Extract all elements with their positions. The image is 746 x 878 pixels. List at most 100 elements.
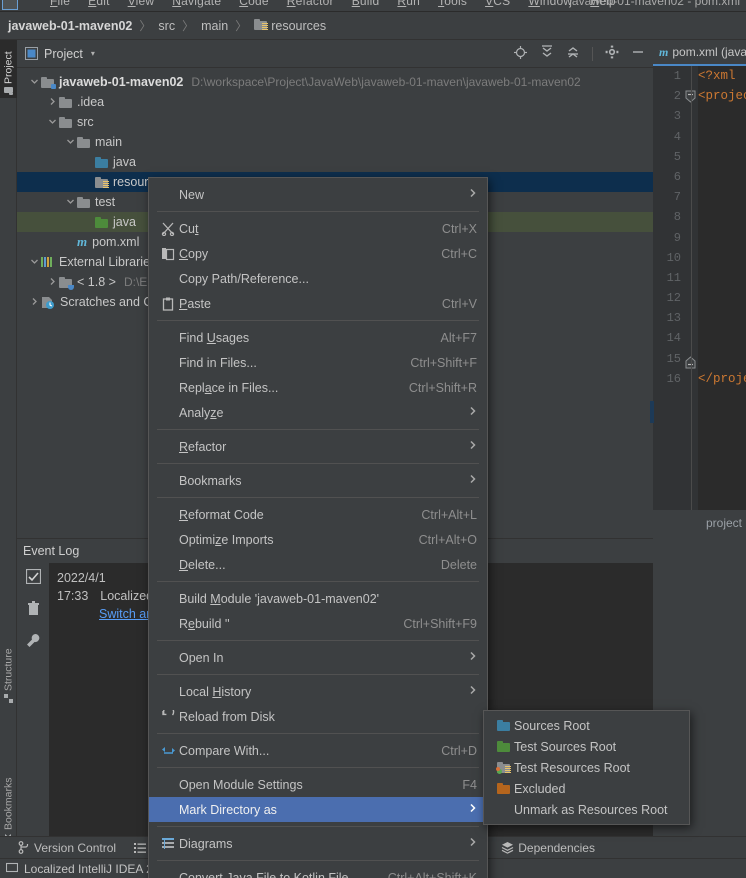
- chevron-down-icon[interactable]: ▾: [91, 49, 95, 58]
- menu-item-compare-with[interactable]: Compare With... Ctrl+D: [149, 738, 487, 763]
- menu-item-analyze[interactable]: Analyze: [149, 400, 487, 425]
- tree-node-src[interactable]: src: [17, 112, 653, 132]
- editor-body[interactable]: 12345678910111213141516 <?xml<project</p…: [650, 66, 746, 536]
- tool-window-button-version-control[interactable]: Version Control: [18, 841, 116, 855]
- tree-node-label: External Libraries: [59, 255, 157, 269]
- menu-item-label: Optimize Imports: [179, 532, 274, 547]
- expand-all-icon[interactable]: [540, 45, 554, 62]
- menu-item-paste[interactable]: Paste Ctrl+V: [149, 291, 487, 316]
- breadcrumb-main[interactable]: main: [201, 19, 228, 33]
- structure-icon: [3, 694, 15, 703]
- tree-node-idea[interactable]: .idea: [17, 92, 653, 112]
- submenu-item-test-resources-root[interactable]: Test Resources Root: [484, 757, 689, 778]
- tree-node-path: D:\E: [123, 275, 148, 289]
- menu-item-find-usages[interactable]: Find Usages Alt+F7: [149, 325, 487, 350]
- menu-item-diagrams[interactable]: Diagrams: [149, 831, 487, 856]
- menu-item-rebuild-default[interactable]: Rebuild '' Ctrl+Shift+F9: [149, 611, 487, 636]
- gear-icon[interactable]: [605, 45, 619, 62]
- breadcrumb-project[interactable]: javaweb-01-maven02: [8, 19, 132, 33]
- chevron-right-icon: [469, 651, 477, 664]
- chevron-right-icon[interactable]: [27, 297, 41, 308]
- menu-separator: [157, 640, 479, 641]
- menu-item-mark-directory-as[interactable]: Mark Directory as: [149, 797, 487, 822]
- menu-item-view[interactable]: View: [128, 0, 155, 8]
- sidebar-tab-structure[interactable]: Structure: [0, 640, 17, 706]
- editor-tab-pom-xml[interactable]: m pom.xml (javaweb-01-maven02): [659, 45, 746, 60]
- menu-item-optimize-imports[interactable]: Optimize Imports Ctrl+Alt+O: [149, 527, 487, 552]
- menu-item-label: Rebuild '': [179, 616, 230, 631]
- chevron-right-icon[interactable]: [45, 97, 59, 108]
- test-resources-root-folder-icon: [492, 762, 514, 774]
- breadcrumb[interactable]: javaweb-01-maven02 〉 src 〉 main 〉 resour…: [0, 12, 746, 40]
- mark-read-icon[interactable]: [25, 568, 41, 587]
- menu-item-bookmarks[interactable]: Bookmarks: [149, 468, 487, 493]
- mark-directory-as-submenu[interactable]: Sources Root Test Sources Root Test Resour…: [483, 710, 690, 825]
- reload-icon: [157, 709, 179, 724]
- submenu-item-sources-root[interactable]: Sources Root: [484, 715, 689, 736]
- sidebar-tab-bookmarks[interactable]: Bookmarks: [0, 768, 17, 846]
- submenu-item-test-sources-root[interactable]: Test Sources Root: [484, 736, 689, 757]
- collapse-all-icon[interactable]: [566, 45, 580, 62]
- menu-item-window[interactable]: Window: [528, 0, 572, 8]
- editor-breadcrumb[interactable]: project: [653, 512, 746, 534]
- menu-item-build-module-javaweb-01-maven02[interactable]: Build Module 'javaweb-01-maven02': [149, 586, 487, 611]
- menu-item-copy[interactable]: Copy Ctrl+C: [149, 241, 487, 266]
- menu-items[interactable]: File Edit View Navigate Code Refactor Build Run…: [50, 0, 634, 8]
- project-panel-title-group[interactable]: Project ▾: [25, 47, 95, 61]
- menu-item-open-in[interactable]: Open In: [149, 645, 487, 670]
- menu-item-local-history[interactable]: Local History: [149, 679, 487, 704]
- menu-item-navigate[interactable]: Navigate: [172, 0, 221, 8]
- menu-item-replace-in-files[interactable]: Replace in Files... Ctrl+Shift+R: [149, 375, 487, 400]
- breadcrumb-resources[interactable]: resources: [271, 19, 326, 33]
- menu-item-reformat-code[interactable]: Reformat Code Ctrl+Alt+L: [149, 502, 487, 527]
- menu-item-label: Diagrams: [179, 836, 233, 851]
- line-number: 10: [666, 250, 681, 265]
- editor-fold-column[interactable]: [685, 66, 698, 536]
- menu-item-convert-java-file-to-kotlin-file[interactable]: Convert Java File to Kotlin File Ctrl+Alt…: [149, 865, 487, 878]
- menu-item-refactor[interactable]: Refactor: [149, 434, 487, 459]
- submenu-item-excluded[interactable]: Excluded: [484, 778, 689, 799]
- menu-item-build[interactable]: Build: [352, 0, 380, 8]
- trash-icon[interactable]: [27, 601, 40, 619]
- menu-item-cut[interactable]: Cut Ctrl+X: [149, 216, 487, 241]
- notification-icon[interactable]: [5, 861, 19, 876]
- menu-item-file[interactable]: File: [50, 0, 70, 8]
- chevron-right-icon: [469, 685, 477, 698]
- tool-window-button-dependencies[interactable]: Dependencies: [501, 841, 595, 855]
- editor-gutter[interactable]: 1 2 3 4 5 6 7 8 9 10 11 12 13 14 15 16: [653, 66, 686, 536]
- sidebar-tab-project[interactable]: Project: [0, 40, 17, 98]
- locate-icon[interactable]: [513, 45, 528, 63]
- tree-node-main[interactable]: main: [17, 132, 653, 152]
- settings-wrench-icon[interactable]: [26, 633, 41, 651]
- hide-panel-icon[interactable]: [631, 45, 645, 62]
- tree-node-java[interactable]: java: [17, 152, 653, 172]
- menu-item-copy-path-reference[interactable]: Copy Path/Reference...: [149, 266, 487, 291]
- menu-item-new[interactable]: New: [149, 182, 487, 207]
- menu-item-code[interactable]: Code: [239, 0, 269, 8]
- chevron-down-icon[interactable]: [63, 197, 77, 208]
- line-number: 16: [666, 371, 681, 386]
- editor-code[interactable]: <?xml <project </project>: [698, 66, 746, 389]
- chevron-down-icon[interactable]: [63, 137, 77, 148]
- tree-node-javaweb-01-maven02[interactable]: javaweb-01-maven02 D:\workspace\Project\J…: [17, 72, 653, 92]
- menu-item-vcs[interactable]: VCS: [485, 0, 510, 8]
- menu-separator: [157, 733, 479, 734]
- menu-item-run[interactable]: Run: [397, 0, 420, 8]
- chevron-down-icon[interactable]: [45, 117, 59, 128]
- chevron-right-icon[interactable]: [45, 277, 59, 288]
- submenu-item-unmark-as-resources-root[interactable]: Unmark as Resources Root: [484, 799, 689, 820]
- menu-separator: [157, 826, 479, 827]
- chevron-down-icon[interactable]: [27, 77, 41, 88]
- menu-item-open-module-settings[interactable]: Open Module Settings F4: [149, 772, 487, 797]
- menu-item-edit[interactable]: Edit: [88, 0, 110, 8]
- menu-item-find-in-files[interactable]: Find in Files... Ctrl+Shift+F: [149, 350, 487, 375]
- context-menu[interactable]: New Cut Ctrl+X Copy Ctrl+C Copy Path/Referenc…: [148, 177, 488, 878]
- menu-item-reload-from-disk[interactable]: Reload from Disk: [149, 704, 487, 729]
- menu-item-delete[interactable]: Delete... Delete: [149, 552, 487, 577]
- chevron-down-icon[interactable]: [27, 257, 41, 268]
- menu-item-refactor[interactable]: Refactor: [287, 0, 334, 8]
- menu-item-tools[interactable]: Tools: [438, 0, 467, 8]
- breadcrumb-src[interactable]: src: [158, 19, 175, 33]
